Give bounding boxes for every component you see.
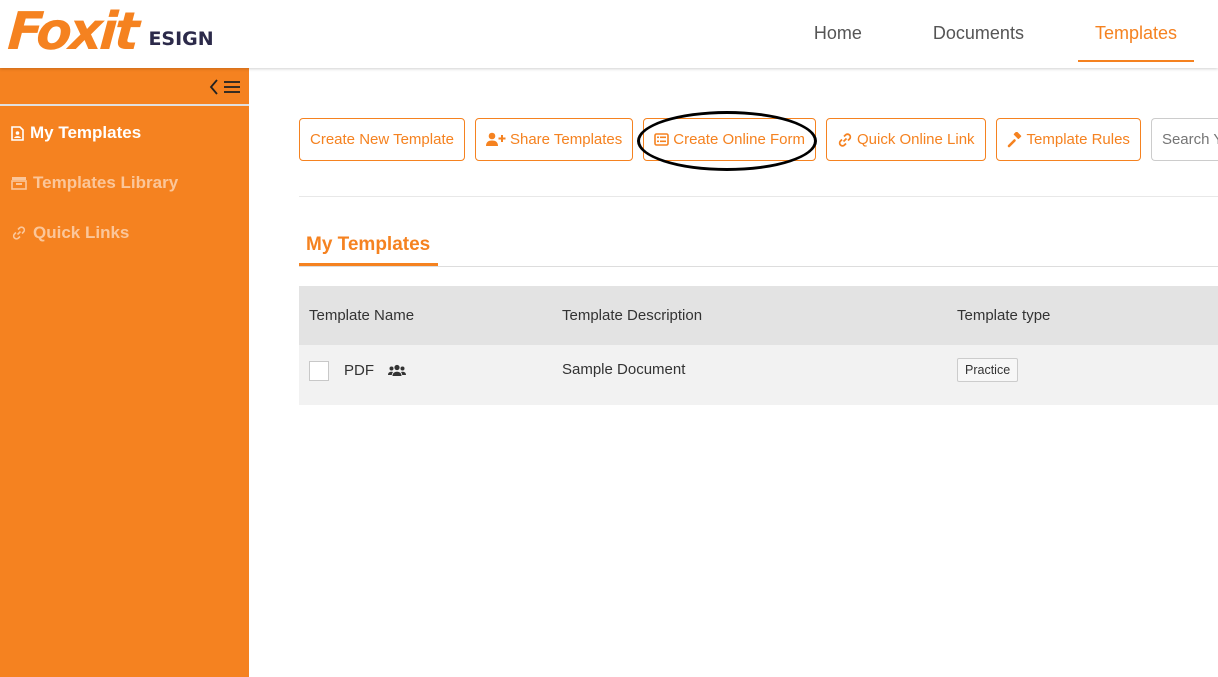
table-row[interactable]: PDF Sample Document Practice xyxy=(299,345,1218,405)
button-label: Quick Online Link xyxy=(856,131,975,148)
templates-table: Template Name Template Description Templ… xyxy=(299,286,1218,405)
create-online-form-button[interactable]: Create Online Form xyxy=(643,118,816,161)
logo-brand: Foxit xyxy=(5,2,139,62)
library-icon xyxy=(11,177,27,190)
button-label: Create Online Form xyxy=(673,131,805,148)
template-toolbar: Create New Template Share Templates Crea… xyxy=(299,118,1218,161)
template-file-icon xyxy=(11,125,24,141)
column-header-template-name[interactable]: Template Name xyxy=(299,307,562,324)
row-checkbox[interactable] xyxy=(309,361,329,381)
quick-online-link-button[interactable]: Quick Online Link xyxy=(825,118,986,161)
button-label: Create New Template xyxy=(310,131,454,148)
column-header-template-type[interactable]: Template type xyxy=(957,307,1218,324)
tab-my-templates[interactable]: My Templates xyxy=(299,230,438,266)
nav-home[interactable]: Home xyxy=(797,0,879,62)
users-icon xyxy=(388,364,406,377)
create-new-template-button[interactable]: Create New Template xyxy=(299,118,465,161)
sidebar-item-label: Templates Library xyxy=(33,173,179,192)
share-templates-button[interactable]: Share Templates xyxy=(474,118,634,161)
template-rules-button[interactable]: Template Rules xyxy=(995,118,1141,161)
sidebar-top xyxy=(0,68,249,106)
sidebar-item-templates-library[interactable]: Templates Library xyxy=(0,158,249,208)
app-header: Foxit ESIGN Home Documents Templates xyxy=(0,0,1218,68)
section-divider xyxy=(299,266,1218,267)
sidebar-item-label: My Templates xyxy=(30,123,142,142)
sidebar-item-my-templates[interactable]: My Templates xyxy=(0,108,249,158)
link-icon xyxy=(12,226,26,240)
cell-template-type: Practice xyxy=(957,345,1218,382)
button-label: Share Templates xyxy=(509,131,623,148)
foxit-esign-logo[interactable]: Foxit ESIGN xyxy=(5,2,214,62)
column-header-template-description[interactable]: Template Description xyxy=(562,307,957,324)
template-name[interactable]: PDF xyxy=(344,362,374,379)
top-nav: Home Documents Templates xyxy=(760,0,1194,62)
gavel-icon xyxy=(1007,131,1021,147)
logo-product: ESIGN xyxy=(148,28,214,50)
sidebar-item-label: Quick Links xyxy=(33,223,130,242)
sidebar: My Templates Templates Library Quick Lin… xyxy=(0,68,249,677)
main-content: Create New Template Share Templates Crea… xyxy=(249,68,1218,677)
link-icon xyxy=(838,132,852,147)
collapse-menu-icon[interactable] xyxy=(209,77,241,97)
button-label: Template Rules xyxy=(1026,131,1130,148)
user-plus-icon xyxy=(485,132,506,146)
toolbar-divider xyxy=(299,196,1218,197)
cell-template-name: PDF xyxy=(299,345,562,381)
nav-templates[interactable]: Templates xyxy=(1077,0,1194,62)
table-header: Template Name Template Description Templ… xyxy=(299,286,1218,345)
form-list-icon xyxy=(654,133,670,146)
search-input[interactable] xyxy=(1150,118,1218,161)
sidebar-item-quick-links[interactable]: Quick Links xyxy=(0,208,249,258)
sidebar-list: My Templates Templates Library Quick Lin… xyxy=(0,106,249,258)
template-type-badge: Practice xyxy=(957,358,1019,382)
cell-template-description: Sample Document xyxy=(562,361,686,378)
nav-documents[interactable]: Documents xyxy=(916,0,1041,62)
